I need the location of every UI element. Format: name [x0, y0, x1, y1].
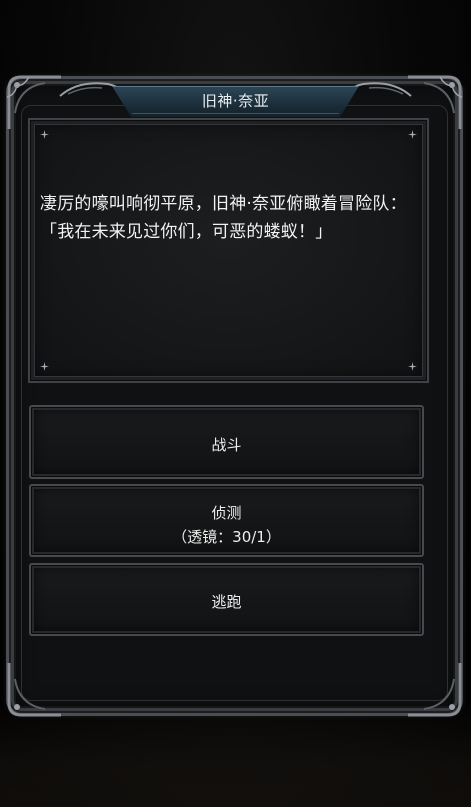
sparkle-icon	[40, 362, 49, 371]
fight-label: 战斗	[211, 436, 242, 454]
scout-button[interactable]: 侦测 （透镜：30/1）	[29, 484, 424, 557]
event-title: 旧神·奈亚	[201, 92, 270, 110]
corner-ornament-icon	[7, 663, 61, 717]
event-screen: 旧神·奈亚 凄厉的嚎叫响彻平原，旧神·奈亚俯瞰着冒险队：「我在未来见过你们，可恶…	[0, 0, 471, 807]
event-description: 凄厉的嚎叫响彻平原，旧神·奈亚俯瞰着冒险队：「我在未来见过你们，可恶的蝼蚁！」	[40, 194, 407, 242]
scout-cost: （透镜：30/1）	[172, 528, 281, 546]
scout-label: 侦测	[211, 504, 242, 522]
fight-button[interactable]: 战斗	[29, 405, 424, 479]
dialog-panel: 凄厉的嚎叫响彻平原，旧神·奈亚俯瞰着冒险队：「我在未来见过你们，可恶的蝼蚁！」	[28, 118, 429, 383]
corner-ornament-icon	[408, 663, 462, 717]
flee-button[interactable]: 逃跑	[29, 563, 424, 636]
flee-label: 逃跑	[211, 593, 242, 611]
sparkle-icon	[408, 362, 417, 371]
sparkle-icon	[40, 130, 49, 139]
sparkle-icon	[408, 130, 417, 139]
